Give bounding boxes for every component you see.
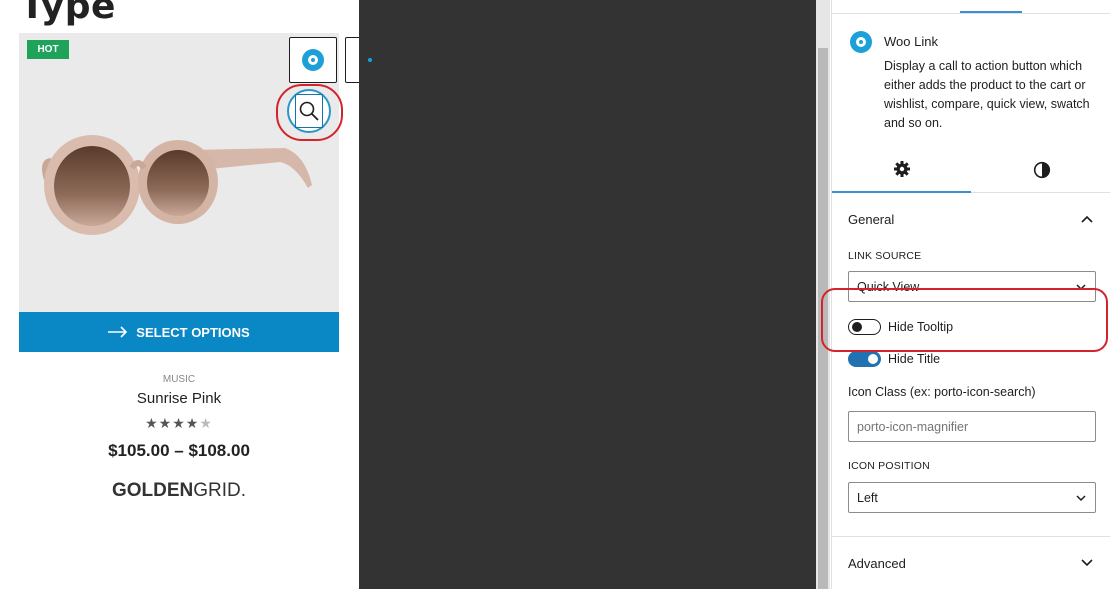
icon-position-label: ICON POSITION [848, 460, 930, 472]
block-title: Woo Link [884, 34, 938, 49]
sunglasses-image [42, 135, 312, 235]
editor-background [359, 0, 816, 589]
editor-root: Type HOT SELECT OPTIONS MUSIC Sunrise Pi… [0, 0, 1110, 589]
product-category[interactable]: MUSIC [19, 374, 339, 385]
select-options-label: SELECT OPTIONS [136, 324, 250, 340]
brand-logo: GOLDENGRID. [19, 480, 339, 502]
tab-styles[interactable] [972, 146, 1110, 193]
chevron-up-icon [1081, 215, 1093, 223]
sidebar-tab-indicator [960, 11, 1022, 13]
settings-tabs [832, 146, 1110, 193]
icon-class-value: porto-icon-magnifier [857, 419, 969, 434]
icon-position-select[interactable]: Left [848, 482, 1096, 513]
parent-block-button[interactable] [289, 37, 337, 83]
chevron-down-icon [1076, 495, 1086, 502]
hide-title-label: Hide Title [888, 352, 941, 366]
select-options-button[interactable]: SELECT OPTIONS [19, 312, 339, 352]
chevron-down-icon [1081, 559, 1093, 567]
advanced-panel-title: Advanced [848, 555, 906, 571]
general-panel-title: General [848, 211, 895, 227]
highlight-circle [276, 84, 343, 141]
brand-bold: GOLDEN [111, 480, 194, 501]
icon-class-label: Icon Class (ex: porto-icon-search) [848, 385, 1036, 399]
block-description: Display a call to action button which ei… [884, 59, 1090, 130]
link-source-label: LINK SOURCE [848, 250, 922, 262]
highlight-outline [821, 288, 1108, 352]
styles-icon [1033, 161, 1050, 178]
icon-class-input[interactable]: porto-icon-magnifier [848, 411, 1096, 442]
tab-settings[interactable] [832, 146, 971, 193]
general-panel-toggle[interactable]: General [832, 193, 1110, 245]
product-price: $105.00 – $108.00 [108, 441, 250, 460]
woo-link-icon [302, 49, 324, 71]
rating-stars: ★★★★★ [145, 415, 213, 431]
product-name[interactable]: Sunrise Pink [19, 390, 339, 407]
page-title[interactable]: Type [20, 0, 116, 27]
sidebar-header-border [832, 13, 1110, 14]
hide-title-toggle[interactable] [848, 351, 881, 367]
woo-link-icon [850, 31, 872, 53]
icon-position-value: Left [857, 490, 878, 505]
hot-badge: HOT [27, 40, 69, 59]
arrow-right-icon [108, 326, 128, 338]
advanced-panel-toggle[interactable]: Advanced [832, 537, 1110, 589]
gear-icon [893, 160, 910, 177]
brand-rest: GRID. [193, 480, 247, 501]
